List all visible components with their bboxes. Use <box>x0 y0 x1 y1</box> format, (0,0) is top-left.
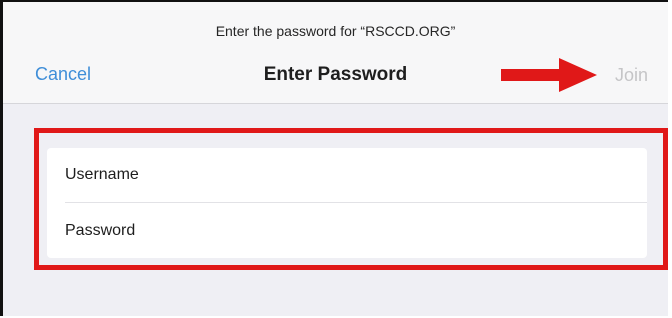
dialog-header: Enter the password for “RSCCD.ORG” Cance… <box>3 2 668 104</box>
password-dialog: Enter the password for “RSCCD.ORG” Cance… <box>0 0 668 316</box>
annotation-highlight-box <box>34 128 668 270</box>
join-button[interactable]: Join <box>615 65 648 86</box>
right-arrow-icon <box>501 58 597 92</box>
cancel-button[interactable]: Cancel <box>35 64 91 85</box>
dialog-prompt: Enter the password for “RSCCD.ORG” <box>215 23 456 39</box>
